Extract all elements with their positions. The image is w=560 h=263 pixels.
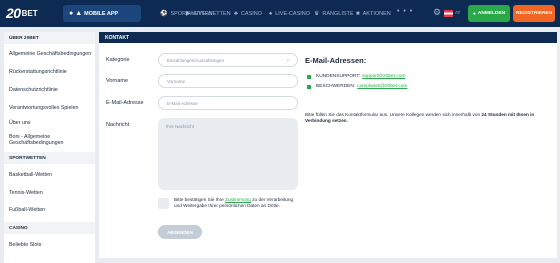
sidebar-item-agb[interactable]: Allgemeine Geschäftsbedingungen (4, 50, 95, 59)
logo-text: BET (21, 8, 38, 18)
sidebar-item-responsible-gaming[interactable]: Verantwortungsvolles Spielen (4, 104, 95, 113)
logo[interactable]: 20 BET (6, 5, 38, 21)
support-label: KUNDENSUPPORT: (316, 74, 361, 79)
email-placeholder: E-Mail-Adresse (167, 100, 198, 106)
nav-aktionen[interactable]: ■ AKTIONEN (356, 9, 391, 18)
nav-label: LIVE-WETTEN (193, 10, 231, 17)
email-input[interactable]: E-Mail-Adresse (158, 96, 298, 110)
trophy-icon: ♛ (314, 11, 320, 17)
sidebar: ÜBER 20BET Allgemeine Geschäftsbedingung… (4, 32, 95, 263)
register-button[interactable]: REGISTRIEREN (513, 5, 555, 22)
sidebar-item-popular-slots[interactable]: Beliebte Slots (4, 241, 95, 250)
sidebar-item-about-us[interactable]: Über uns (4, 119, 95, 128)
nav-live-casino[interactable]: ♠ LIVE-CASINO (269, 9, 310, 18)
nav-live-wetten[interactable]: ▶ LIVE-WETTEN (186, 9, 231, 18)
message-textarea[interactable]: Ihre Nachricht (158, 118, 298, 190)
settings-gear-icon[interactable]: ⚙ (433, 7, 441, 18)
sidebar-item-privacy[interactable]: Datenschutzrichtlinie (4, 86, 95, 95)
gift-icon: ■ (356, 10, 360, 17)
first-name-label: Vorname (106, 78, 129, 84)
complaints-email-link[interactable]: complaints@20bet.com (357, 84, 407, 89)
more-menu-icon[interactable]: • • • (397, 8, 413, 15)
register-label: REGISTRIEREN (516, 11, 552, 16)
nav-label: CASINO (240, 10, 263, 17)
consent-text: Bitte bestätigen Sie Ihre Zustimmung zu … (174, 197, 302, 210)
bullet-icon (307, 84, 311, 89)
first-name-placeholder: Vorname (167, 78, 186, 84)
live-icon: ▶ (186, 11, 191, 17)
soccer-ball-icon: ⚽ (160, 11, 168, 17)
language-code[interactable]: AT (455, 10, 460, 15)
category-label: Kategorie (106, 57, 130, 63)
mobile-app-label: MOBILE APP (84, 10, 119, 17)
contact-title: KONTAKT (99, 32, 557, 43)
nav-rangliste[interactable]: ♛ RANGLISTE (314, 9, 354, 18)
submit-button[interactable]: ABSENDEN (158, 225, 202, 239)
login-button[interactable]: ● ANMELDEN (468, 5, 510, 22)
user-icon: ● (472, 10, 476, 17)
email-label: E-Mail-Adresse (106, 100, 144, 106)
bullet-icon (307, 74, 311, 79)
logo-number: 20 (6, 5, 21, 21)
nav-label: RANGLISTE (322, 10, 354, 17)
support-email-link[interactable]: support@20bet.com (362, 74, 405, 79)
sidebar-item-basketball[interactable]: Basketball-Wetten (4, 171, 95, 180)
sidebar-item-tennis[interactable]: Tennis-Wetten (4, 189, 95, 198)
category-select[interactable]: Einzahlungen/Auszahlungen ⌄ (158, 53, 298, 67)
mobile-app-button[interactable]: ● ▲ MOBILE APP (63, 5, 141, 22)
chevron-down-icon: ⌄ (285, 57, 290, 63)
nav-label: AKTIONEN (362, 10, 391, 17)
nav-casino[interactable]: ♣ CASINO (234, 9, 262, 18)
nav-label: LIVE-CASINO (275, 10, 311, 17)
android-icon: ▲ (75, 10, 83, 17)
sidebar-item-bonus-terms[interactable]: Boni - Allgemeine Geschäftsbedingungen (4, 133, 84, 147)
complaints-email-row: BESCHWERDEN: complaints@20bet.com (307, 84, 407, 89)
sidebar-section-sports: SPORTWETTEN (4, 152, 95, 164)
austria-flag-icon[interactable] (444, 10, 453, 17)
slot-icon: ♣ (234, 10, 238, 17)
consent-checkbox[interactable] (158, 198, 169, 209)
sidebar-item-refund[interactable]: Rückerstattungsrichtlinie (4, 68, 95, 77)
contact-card: KONTAKT Kategorie Einzahlungen/Auszahlun… (99, 32, 557, 258)
message-placeholder: Ihre Nachricht (166, 124, 195, 129)
email-addresses-title: E-Mail-Adressen: (305, 56, 367, 65)
apple-icon: ● (69, 10, 74, 17)
complaints-label: BESCHWERDEN: (316, 84, 356, 89)
cards-icon: ♠ (269, 10, 273, 17)
message-label: Nachricht (106, 122, 130, 128)
consent-link[interactable]: Zustimmung (225, 197, 251, 202)
note-text: Bitte füllen Sie das Kontaktformular aus… (305, 112, 481, 117)
top-header: 20 BET ● ▲ MOBILE APP ⚽ SPORTWETTEN ▶ LI… (0, 0, 560, 27)
sidebar-section-casino: CASINO (4, 222, 95, 234)
login-label: ANMELDEN (477, 11, 506, 16)
category-value: Einzahlungen/Auszahlungen (167, 57, 225, 63)
support-email-row: KUNDENSUPPORT: support@20bet.com (307, 74, 405, 79)
sidebar-section-about: ÜBER 20BET (4, 32, 95, 44)
sidebar-item-football[interactable]: Fußball-Wetten (4, 206, 95, 215)
first-name-input[interactable]: Vorname (158, 74, 298, 88)
response-time-note: Bitte füllen Sie das Kontaktformular aus… (305, 112, 553, 125)
consent-text-before: Bitte bestätigen Sie Ihre (174, 197, 224, 202)
note-end: . (346, 118, 348, 124)
